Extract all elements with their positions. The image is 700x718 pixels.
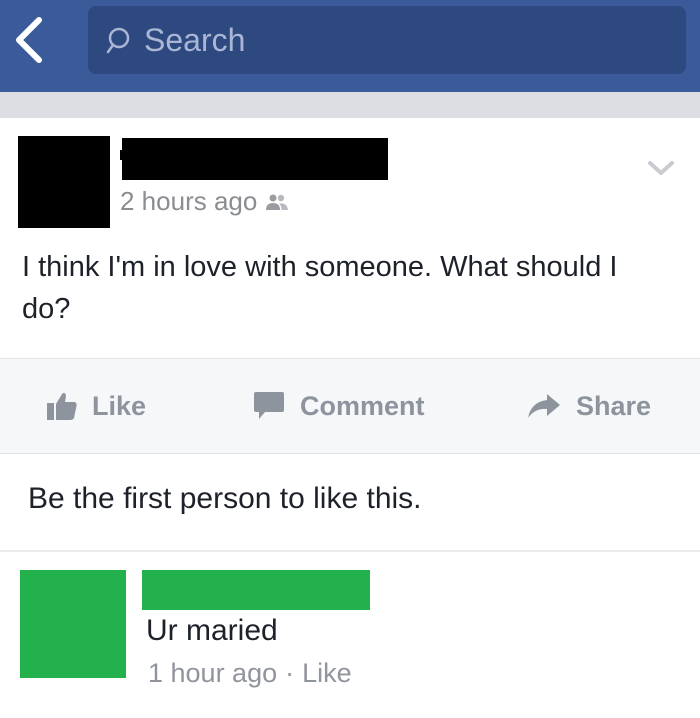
like-label: Like bbox=[92, 390, 147, 421]
comments-divider bbox=[0, 550, 700, 552]
audience-friends-icon bbox=[265, 193, 289, 211]
commenter-avatar-redacted[interactable] bbox=[20, 570, 126, 678]
comment-label: Comment bbox=[300, 390, 425, 421]
share-arrow-icon bbox=[528, 394, 560, 418]
back-chevron-icon bbox=[16, 17, 42, 63]
post-options-chevron-icon bbox=[648, 161, 674, 175]
post-options-button[interactable] bbox=[646, 158, 676, 178]
commenter-name-redacted[interactable] bbox=[142, 570, 370, 610]
thumbs-up-icon bbox=[47, 392, 77, 420]
share-button[interactable]: Share bbox=[526, 359, 651, 453]
like-button[interactable]: Like bbox=[46, 359, 146, 453]
post-action-bar: Like Comment Share bbox=[0, 358, 700, 454]
search-input[interactable] bbox=[144, 21, 644, 59]
post-timestamp[interactable]: 2 hours ago bbox=[120, 186, 289, 217]
author-name-redacted[interactable] bbox=[122, 138, 388, 180]
post-card: 2 hours ago I think I'm in love with som… bbox=[0, 118, 700, 718]
top-navigation-bar bbox=[0, 0, 700, 92]
comment-timestamp[interactable]: 1 hour ago bbox=[148, 658, 277, 688]
post-body-text: I think I'm in love with someone. What s… bbox=[22, 251, 618, 325]
comment-text: Ur maried bbox=[146, 614, 278, 647]
likes-summary: Be the first person to like this. bbox=[28, 482, 422, 515]
comment-button[interactable]: Comment bbox=[252, 359, 425, 453]
back-button[interactable] bbox=[6, 12, 50, 68]
search-bar[interactable] bbox=[88, 6, 686, 74]
comment-bubble-icon bbox=[254, 392, 284, 419]
search-icon bbox=[106, 25, 136, 55]
comment-meta: 1 hour ago · Like bbox=[148, 658, 352, 689]
comment-meta-separator: · bbox=[285, 658, 295, 688]
share-label: Share bbox=[576, 390, 652, 421]
post-timestamp-text: 2 hours ago bbox=[120, 186, 258, 216]
author-avatar-redacted[interactable] bbox=[18, 136, 110, 228]
comment-like-link[interactable]: Like bbox=[302, 658, 352, 688]
